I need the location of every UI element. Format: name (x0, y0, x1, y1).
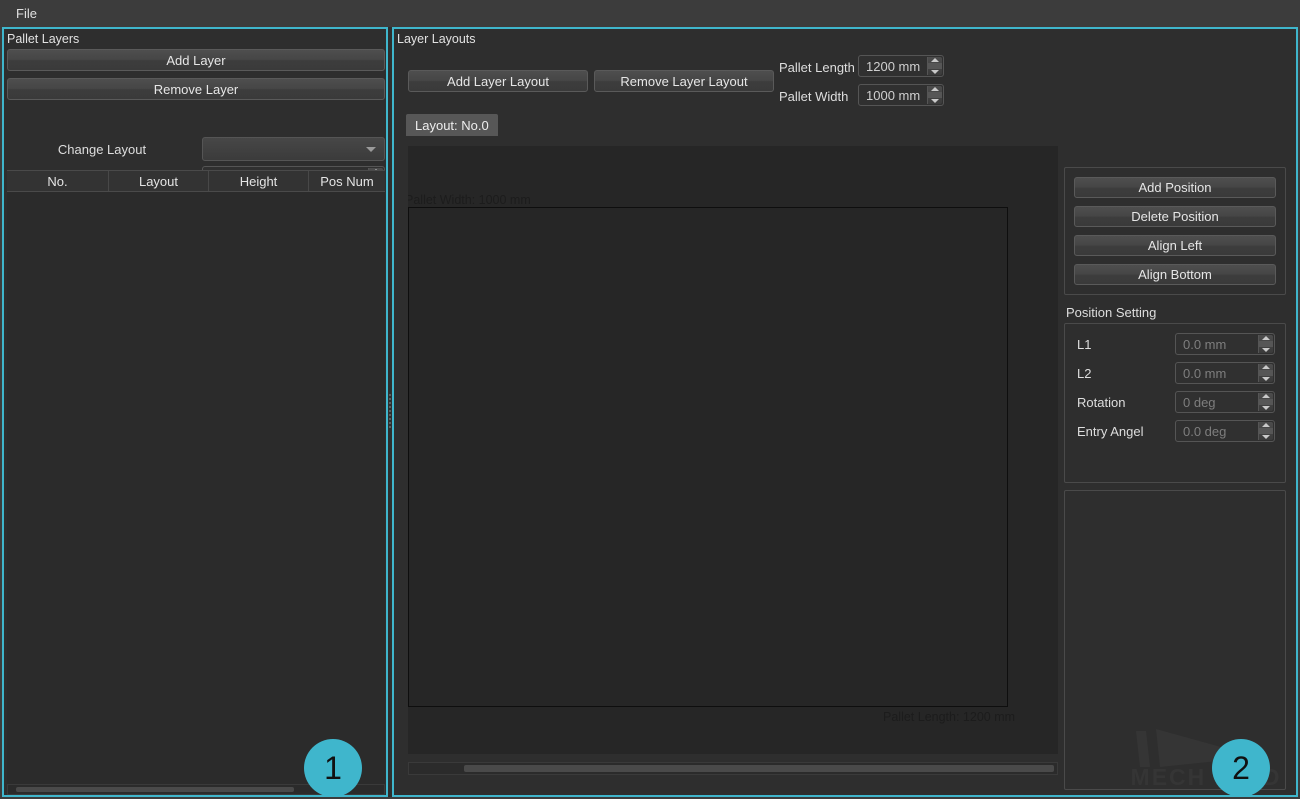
pallet-layers-title: Pallet Layers (7, 31, 79, 47)
layer-layouts-title: Layer Layouts (397, 31, 476, 47)
tab-layout-no-0[interactable]: Layout: No.0 (406, 114, 498, 136)
pallet-length-spin-buttons[interactable] (927, 57, 942, 75)
annotation-badge-1: 1 (304, 739, 362, 797)
table-header-layout[interactable]: Layout (109, 171, 209, 191)
canvas-pallet-width-label: Pallet Width: 1000 mm (408, 193, 531, 207)
scrollbar-thumb[interactable] (464, 765, 1054, 772)
l2-value: 0.0 mm (1176, 366, 1226, 381)
chevron-down-icon (366, 147, 376, 152)
entry-angel-spin-buttons[interactable] (1258, 422, 1273, 440)
pallet-layers-panel: Pallet Layers Add Layer Remove Layer Cha… (2, 27, 388, 797)
spin-down-button[interactable] (1259, 405, 1273, 411)
entry-angel-label: Entry Angel (1077, 421, 1144, 441)
pallet-length-value: 1200 mm (859, 59, 920, 74)
canvas-horizontal-scrollbar[interactable] (408, 762, 1058, 775)
l1-spinbox[interactable]: 0.0 mm (1175, 333, 1275, 355)
spin-down-button[interactable] (928, 69, 942, 75)
rotation-label: Rotation (1077, 392, 1125, 412)
l2-spinbox[interactable]: 0.0 mm (1175, 362, 1275, 384)
l1-label: L1 (1077, 334, 1091, 354)
layers-table-body[interactable] (7, 192, 385, 784)
pallet-width-spin-buttons[interactable] (927, 86, 942, 104)
spin-down-button[interactable] (928, 98, 942, 104)
rotation-spinbox[interactable]: 0 deg (1175, 391, 1275, 413)
change-layout-label: Change Layout (7, 139, 197, 159)
layout-canvas[interactable]: Pallet Width: 1000 mm Pallet Length: 120… (408, 146, 1058, 754)
pallet-length-label: Pallet Length (779, 57, 855, 77)
canvas-pallet-length-label: Pallet Length: 1200 mm (883, 710, 1015, 724)
entry-angel-spinbox[interactable]: 0.0 deg (1175, 420, 1275, 442)
spin-down-button[interactable] (1259, 376, 1273, 382)
l1-spin-buttons[interactable] (1258, 335, 1273, 353)
table-header-no[interactable]: No. (7, 171, 109, 191)
rotation-value: 0 deg (1176, 395, 1216, 410)
position-setting-frame: L1 0.0 mm L2 0.0 mm Rotation 0 deg (1064, 323, 1286, 483)
pallet-width-label: Pallet Width (779, 86, 848, 106)
l1-value: 0.0 mm (1176, 337, 1226, 352)
remove-layer-layout-button[interactable]: Remove Layer Layout (594, 70, 774, 92)
pallet-width-spinbox[interactable]: 1000 mm (858, 84, 944, 106)
spin-down-button[interactable] (1259, 347, 1273, 353)
l2-label: L2 (1077, 363, 1091, 383)
align-bottom-button[interactable]: Align Bottom (1074, 264, 1276, 285)
remove-layer-button[interactable]: Remove Layer (7, 78, 385, 100)
align-left-button[interactable]: Align Left (1074, 235, 1276, 256)
pallet-outline[interactable] (408, 207, 1008, 707)
table-header-pos-num[interactable]: Pos Num (309, 171, 385, 191)
delete-position-button[interactable]: Delete Position (1074, 206, 1276, 227)
pallet-length-spinbox[interactable]: 1200 mm (858, 55, 944, 77)
pallet-width-value: 1000 mm (859, 88, 920, 103)
menu-item-file[interactable]: File (10, 5, 43, 23)
splitter-grip-icon (389, 394, 391, 430)
l2-spin-buttons[interactable] (1258, 364, 1273, 382)
entry-angel-value: 0.0 deg (1176, 424, 1226, 439)
add-layer-button[interactable]: Add Layer (7, 49, 385, 71)
layers-table-header: No. Layout Height Pos Num (7, 170, 385, 192)
table-header-height[interactable]: Height (209, 171, 309, 191)
position-buttons-frame: Add Position Delete Position Align Left … (1064, 167, 1286, 295)
annotation-badge-2: 2 (1212, 739, 1270, 797)
change-layout-combobox[interactable] (202, 137, 385, 161)
add-layer-layout-button[interactable]: Add Layer Layout (408, 70, 588, 92)
menu-bar: File (0, 0, 1300, 27)
layer-layouts-panel: Layer Layouts Add Layer Layout Remove La… (392, 27, 1298, 797)
spin-down-button[interactable] (1259, 434, 1273, 440)
add-position-button[interactable]: Add Position (1074, 177, 1276, 198)
scrollbar-thumb[interactable] (16, 787, 294, 792)
position-setting-title: Position Setting (1066, 303, 1156, 321)
rotation-spin-buttons[interactable] (1258, 393, 1273, 411)
